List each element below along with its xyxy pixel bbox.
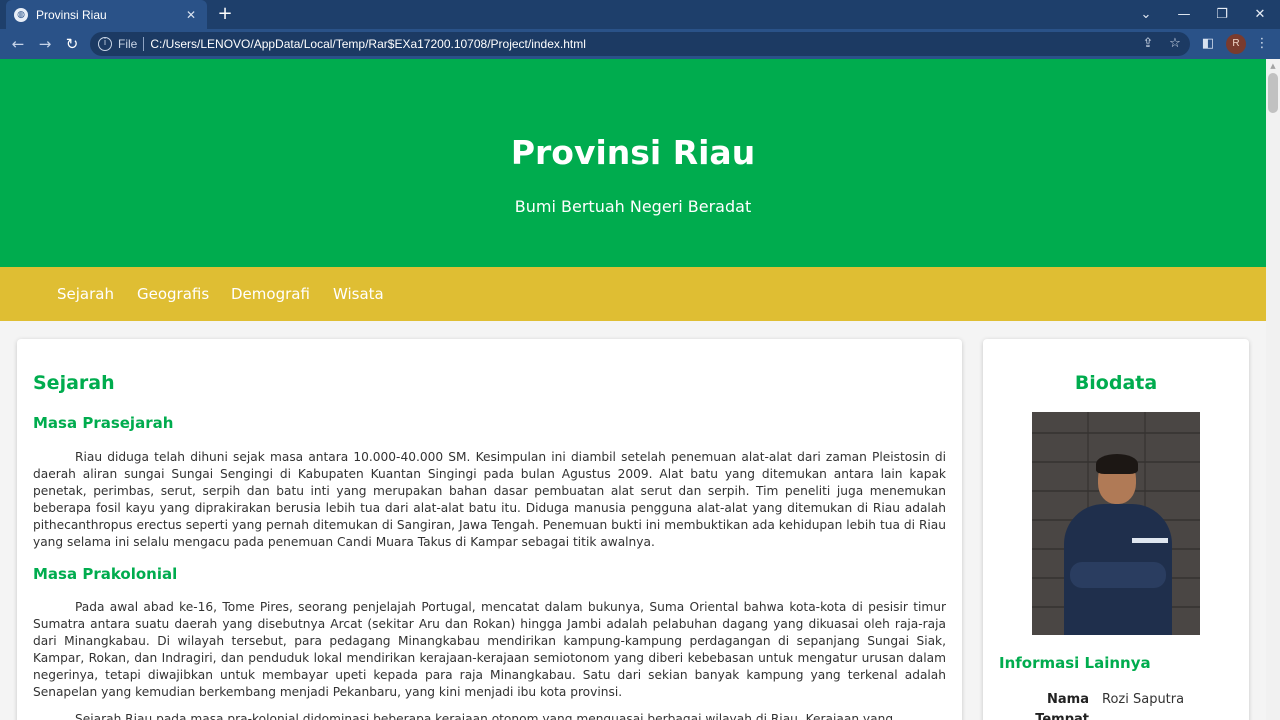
paragraph-prakolonial: Pada awal abad ke-16, Tome Pires, seoran…: [33, 600, 946, 699]
nav-link-sejarah[interactable]: Sejarah: [57, 285, 114, 303]
menu-kebab-icon[interactable]: ⋮: [1251, 33, 1273, 55]
back-icon[interactable]: ←: [7, 33, 29, 55]
photo-person-arms: [1070, 562, 1166, 588]
address-toolbar: ← → ↻ i File C:/Users/LENOVO/AppData/Loc…: [0, 29, 1280, 59]
close-tab-icon[interactable]: ✕: [183, 8, 199, 22]
profile-photo: [1032, 412, 1200, 635]
biodata-title: Biodata: [1074, 372, 1158, 394]
address-separator: [143, 37, 145, 51]
file-scheme-label: File: [118, 37, 138, 51]
scroll-up-arrow-icon[interactable]: ▲: [1266, 61, 1280, 71]
share-icon[interactable]: ⇪: [1137, 33, 1159, 55]
tab-search-icon[interactable]: ⌄: [1128, 0, 1164, 29]
restore-icon[interactable]: ❐: [1204, 0, 1240, 29]
browser-tab[interactable]: ◍ Provinsi Riau ✕: [6, 0, 207, 29]
info-value: Rozi Saputra: [1102, 692, 1185, 707]
side-panel-icon[interactable]: ◧: [1197, 33, 1219, 55]
nav-link-geografis[interactable]: Geografis: [137, 285, 209, 303]
info-title: Informasi Lainnya: [999, 654, 1151, 672]
page-subtitle: Bumi Bertuah Negeri Beradat: [514, 197, 752, 216]
browser-tab-strip: ◍ Provinsi Riau ✕ + ⌄ — ❐ ✕: [0, 0, 1280, 29]
minimize-icon[interactable]: —: [1166, 0, 1202, 29]
page-scrollbar[interactable]: ▲: [1266, 59, 1280, 720]
url-text[interactable]: C:/Users/LENOVO/AppData/Local/Temp/Rar$E…: [150, 37, 586, 51]
globe-icon: ◍: [14, 7, 28, 22]
hero-header: Provinsi Riau Bumi Bertuah Negeri Berada…: [0, 59, 1266, 267]
subsection-title-prakolonial: Masa Prakolonial: [33, 565, 178, 583]
section-title: Sejarah: [33, 372, 115, 394]
new-tab-icon[interactable]: +: [214, 3, 236, 25]
info-key: Nama: [1047, 692, 1089, 707]
profile-avatar[interactable]: R: [1226, 34, 1246, 54]
address-bar[interactable]: i File C:/Users/LENOVO/AppData/Local/Tem…: [90, 32, 1190, 56]
info-key: Tempat: [1035, 712, 1089, 720]
reload-icon[interactable]: ↻: [61, 33, 83, 55]
biodata-card: Biodata Informasi Lainnya Nama Rozi Sapu…: [983, 339, 1249, 720]
bookmark-star-icon[interactable]: ☆: [1164, 33, 1186, 55]
close-window-icon[interactable]: ✕: [1242, 0, 1278, 29]
scroll-thumb[interactable]: [1268, 73, 1278, 113]
nav-link-demografi[interactable]: Demografi: [231, 285, 310, 303]
page-title: Provinsi Riau: [510, 133, 756, 172]
photo-uniform-stripe: [1132, 538, 1168, 543]
forward-icon[interactable]: →: [34, 33, 56, 55]
photo-person-hair: [1096, 454, 1138, 474]
content-card: Sejarah Masa Prasejarah Riau diduga tela…: [17, 339, 962, 720]
paragraph-prasejarah: Riau diduga telah dihuni sejak masa anta…: [33, 450, 946, 549]
paragraph-prakolonial-continued: Sejarah Riau pada masa pra-kolonial dido…: [75, 712, 894, 720]
main-nav: Sejarah Geografis Demografi Wisata: [0, 267, 1266, 321]
nav-link-wisata[interactable]: Wisata: [333, 285, 384, 303]
page-viewport: Provinsi Riau Bumi Bertuah Negeri Berada…: [0, 59, 1266, 720]
tab-title: Provinsi Riau: [36, 7, 107, 22]
info-icon[interactable]: i: [98, 37, 112, 51]
subsection-title-prasejarah: Masa Prasejarah: [33, 414, 174, 432]
